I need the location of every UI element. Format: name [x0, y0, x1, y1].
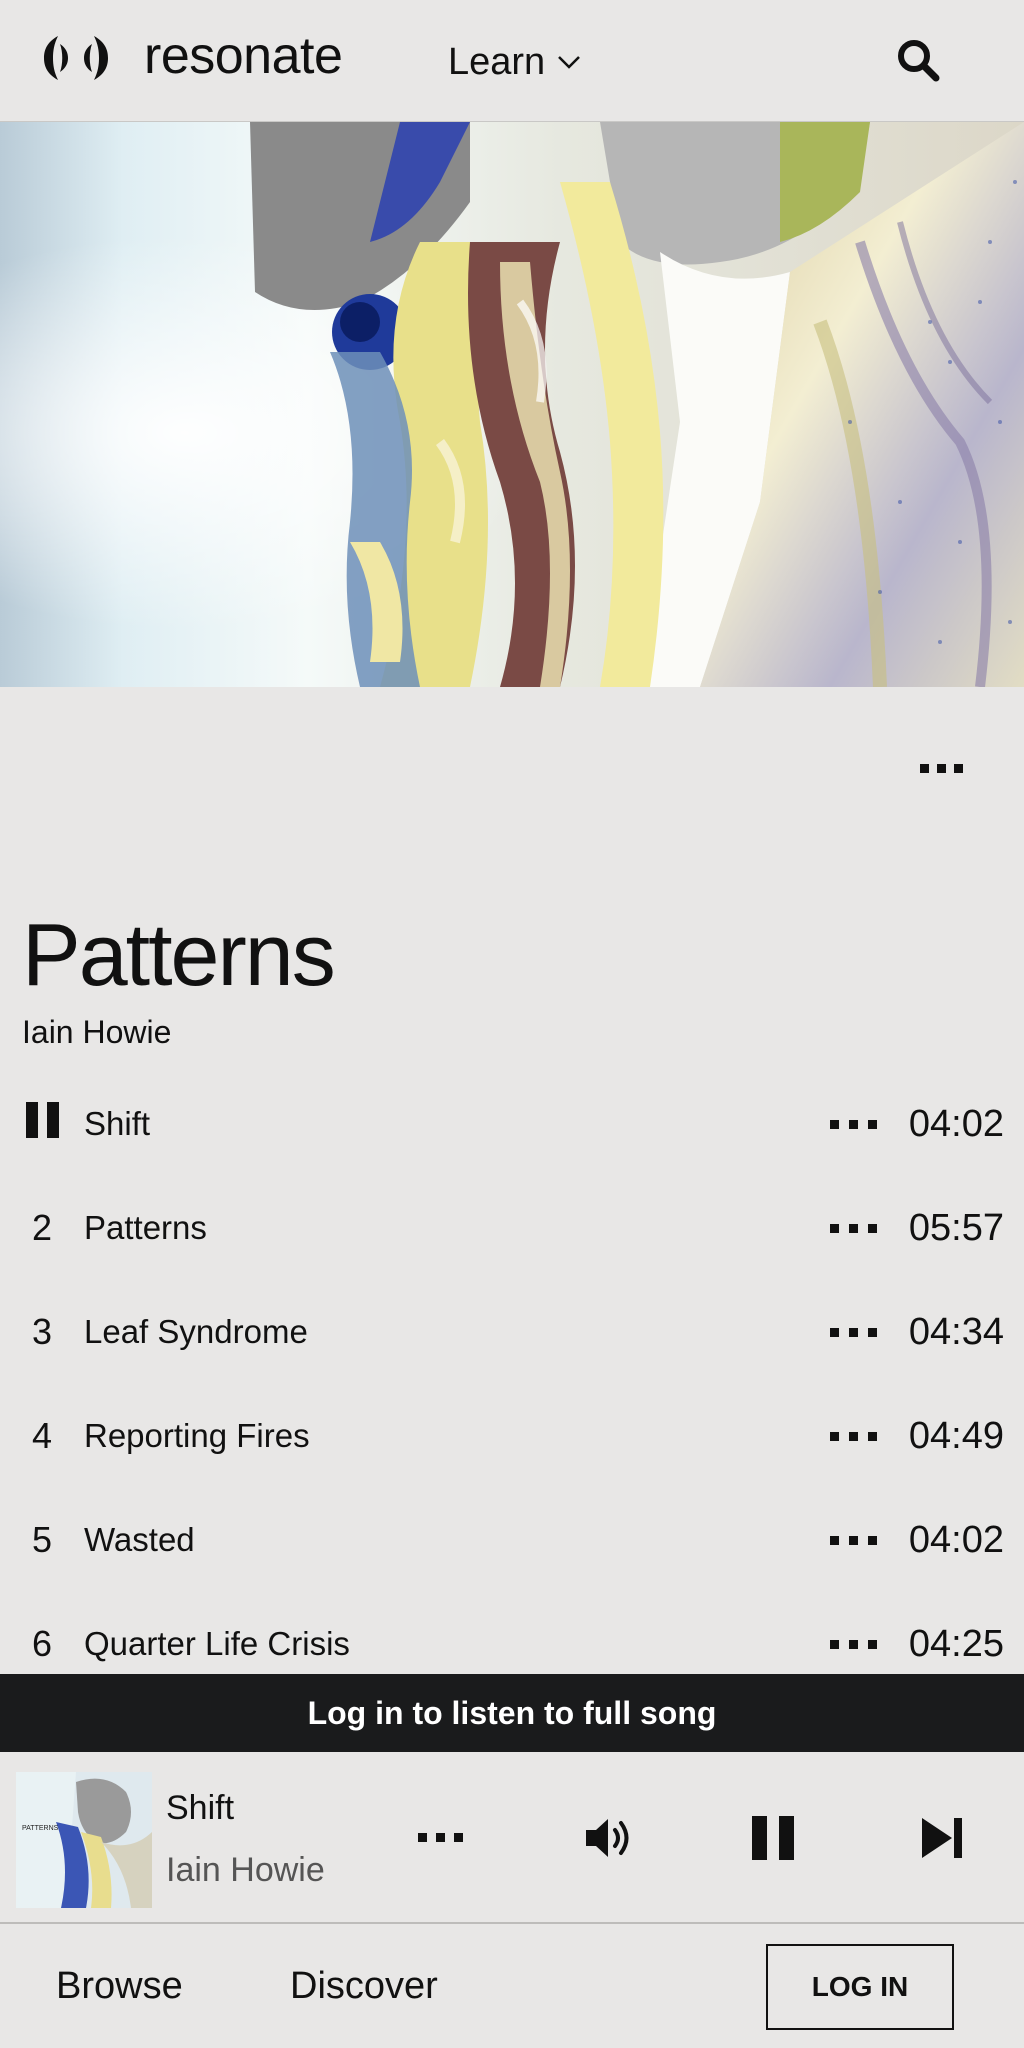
- skip-next-icon[interactable]: [916, 1812, 968, 1864]
- track-row[interactable]: 3 Leaf Syndrome 04:34: [0, 1290, 1024, 1394]
- album-cover-image: [0, 122, 1024, 687]
- track-duration: 05:57: [908, 1207, 1004, 1249]
- track-title: Quarter Life Crisis: [84, 1625, 350, 1662]
- album-artist-link[interactable]: Iain Howie: [22, 1012, 171, 1052]
- resonate-logo-icon[interactable]: [42, 34, 110, 82]
- brand-name[interactable]: resonate: [144, 22, 343, 90]
- track-title: Patterns: [84, 1209, 207, 1246]
- chevron-down-icon: [558, 56, 581, 69]
- track-title: Shift: [84, 1105, 151, 1142]
- track-number: 3: [31, 1311, 53, 1352]
- player-album-thumbnail: PATTERNS: [16, 1772, 152, 1908]
- track-duration: 04:02: [908, 1103, 1004, 1145]
- top-header: resonate Learn: [0, 0, 1024, 122]
- more-horizontal-icon[interactable]: [830, 1222, 878, 1234]
- track-title: Reporting Fires: [84, 1417, 310, 1454]
- track-row[interactable]: 4 Reporting Fires 04:49: [0, 1394, 1024, 1498]
- track-number: 4: [31, 1415, 53, 1456]
- player-album-art[interactable]: PATTERNS: [16, 1772, 152, 1908]
- player-track-title[interactable]: Shift: [166, 1786, 234, 1830]
- track-duration: 04:25: [908, 1623, 1004, 1665]
- track-duration: 04:49: [908, 1415, 1004, 1457]
- track-number: 6: [31, 1623, 53, 1664]
- more-horizontal-icon[interactable]: [830, 1118, 878, 1130]
- player-artist-name[interactable]: Iain Howie: [166, 1848, 325, 1892]
- pause-icon[interactable]: [748, 1810, 800, 1866]
- track-number: 5: [31, 1519, 53, 1560]
- album-title: Patterns: [22, 905, 336, 1004]
- more-horizontal-icon[interactable]: [830, 1534, 878, 1546]
- track-duration: 04:34: [908, 1311, 1004, 1353]
- search-icon[interactable]: [894, 36, 942, 84]
- login-to-listen-banner[interactable]: Log in to listen to full song: [0, 1674, 1024, 1752]
- more-horizontal-icon[interactable]: [830, 1638, 878, 1650]
- nav-learn-label: Learn: [448, 40, 546, 83]
- more-horizontal-icon[interactable]: [418, 1830, 464, 1846]
- bottom-navigation: Browse Discover LOG IN: [0, 1924, 1024, 2048]
- now-playing-bar: PATTERNS Shift Iain Howie: [0, 1752, 1024, 1924]
- more-horizontal-icon[interactable]: [830, 1326, 878, 1338]
- track-title: Wasted: [84, 1521, 195, 1558]
- more-horizontal-icon[interactable]: [830, 1430, 878, 1442]
- track-list: Shift 04:02 2 Patterns 05:57 3 Leaf Synd…: [0, 1082, 1024, 1706]
- thumbnail-logo-text: PATTERNS: [22, 1825, 59, 1832]
- volume-icon[interactable]: [580, 1810, 636, 1866]
- more-horizontal-icon[interactable]: [912, 748, 972, 788]
- track-row[interactable]: Shift 04:02: [0, 1082, 1024, 1186]
- track-row[interactable]: 2 Patterns 05:57: [0, 1186, 1024, 1290]
- nav-browse[interactable]: Browse: [56, 1960, 183, 2012]
- nav-learn-menu[interactable]: Learn: [448, 38, 581, 86]
- login-button[interactable]: LOG IN: [766, 1944, 954, 2030]
- pause-icon[interactable]: [26, 1102, 60, 1138]
- track-row[interactable]: 5 Wasted 04:02: [0, 1498, 1024, 1602]
- track-duration: 04:02: [908, 1519, 1004, 1561]
- album-cover-art: [0, 122, 1024, 687]
- track-number: 2: [31, 1207, 53, 1248]
- track-title: Leaf Syndrome: [84, 1313, 308, 1350]
- nav-discover[interactable]: Discover: [290, 1960, 438, 2012]
